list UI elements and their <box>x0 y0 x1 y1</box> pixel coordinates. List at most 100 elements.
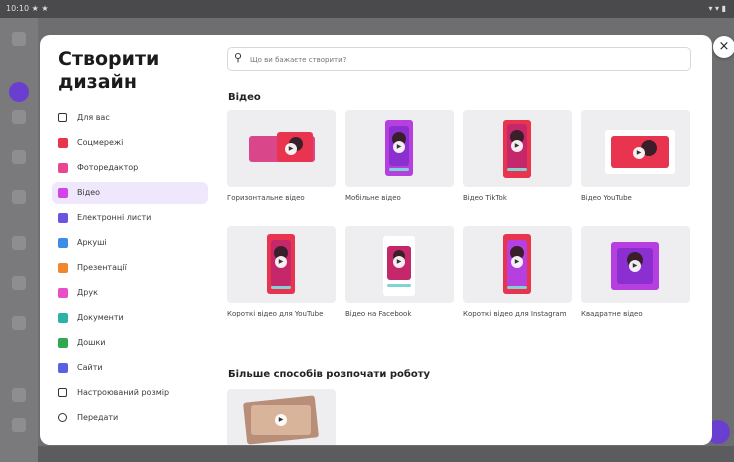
sidebar-item-sheet[interactable]: Аркуші <box>52 232 208 254</box>
play-icon: ▶ <box>633 147 645 159</box>
template-card-label: Відео TikTok <box>463 194 507 202</box>
print-icon <box>58 288 68 298</box>
sparkle-icon <box>58 113 67 122</box>
sidebar-item-print[interactable]: Друк <box>52 282 208 304</box>
modal-title: Створити дизайн <box>58 48 160 93</box>
template-card-more[interactable]: ▶ <box>227 389 336 445</box>
template-card-instagram[interactable]: ▶ Короткі відео для Instagram <box>463 226 572 319</box>
sidebar-item-label: Фоторедактор <box>77 163 139 172</box>
modal-sidebar: Створити дизайн Для вас Соцмережі Фотореда… <box>40 35 220 445</box>
sidebar-item-label: Друк <box>77 288 98 297</box>
facebook-template-thumbnail: ▶ <box>345 226 454 303</box>
sidebar-item-whiteboard[interactable]: Дошки <box>52 332 208 354</box>
background-notifications-icon <box>12 388 26 402</box>
play-icon: ▶ <box>511 140 523 152</box>
sidebar-item-label: Презентації <box>77 263 127 272</box>
status-indicators: ▾ ▾ ▮ <box>708 4 726 13</box>
custom-size-icon <box>58 388 67 397</box>
background-home-icon <box>12 110 26 124</box>
template-card-label: Відео YouTube <box>581 194 632 202</box>
shorts-template-thumbnail: ▶ <box>227 226 336 303</box>
sidebar-item-presentation[interactable]: Презентації <box>52 257 208 279</box>
sidebar-item-label: Настроюваний розмір <box>77 388 170 397</box>
play-icon: ▶ <box>393 256 405 268</box>
search-icon: ⚲ <box>234 51 243 64</box>
sidebar-item-label: Дошки <box>77 338 106 347</box>
sidebar-item-label: Соцмережі <box>77 138 124 147</box>
template-card-youtube[interactable]: ▶ Відео YouTube <box>581 110 690 203</box>
background-create-button <box>9 82 29 102</box>
play-icon: ▶ <box>275 256 287 268</box>
mobile-template-thumbnail: ▶ <box>345 110 454 187</box>
background-sidebar <box>0 18 38 462</box>
square-template-thumbnail: ▶ <box>581 226 690 303</box>
upload-icon <box>58 413 67 422</box>
background-brand-icon <box>12 236 26 250</box>
background-menu-icon <box>12 32 26 46</box>
play-icon: ▶ <box>511 256 523 268</box>
search-input[interactable] <box>248 51 682 69</box>
sidebar-item-upload[interactable]: Передати <box>52 407 208 429</box>
video-icon <box>58 188 68 198</box>
background-apps-icon <box>12 276 26 290</box>
template-card-tiktok[interactable]: ▶ Відео TikTok <box>463 110 572 203</box>
template-card-label: Короткі відео для Instagram <box>463 310 567 318</box>
sidebar-item-document[interactable]: Документи <box>52 307 208 329</box>
photo-icon <box>58 163 68 173</box>
play-icon: ▶ <box>285 143 297 155</box>
tiktok-template-thumbnail: ▶ <box>463 110 572 187</box>
sidebar-item-label: Сайти <box>77 363 103 372</box>
status-time: 10:10 ★ ★ <box>6 4 49 13</box>
search-box[interactable]: ⚲ <box>227 47 691 71</box>
sidebar-item-label: Аркуші <box>77 238 107 247</box>
sidebar-item-video[interactable]: Відео <box>52 182 208 204</box>
document-icon <box>58 313 68 323</box>
website-icon <box>58 363 68 373</box>
template-card-label: Короткі відео для YouTube <box>227 310 324 318</box>
more-section-title: Більше способів розпочати роботу <box>228 369 431 380</box>
sidebar-item-website[interactable]: Сайти <box>52 357 208 379</box>
template-card-shorts[interactable]: ▶ Короткі відео для YouTube <box>227 226 336 319</box>
video-section-title: Відео <box>228 92 261 103</box>
background-projects-icon <box>12 150 26 164</box>
template-card-label: Горизонтальне відео <box>227 194 305 202</box>
modal-main: ⚲ Відео ▶ Горизонтальне відео ▶ Мобільне ві… <box>227 35 712 445</box>
template-card-label: Квадратне відео <box>581 310 643 318</box>
presentation-icon <box>58 263 68 273</box>
sidebar-item-label: Електронні листи <box>77 213 152 222</box>
instagram-template-thumbnail: ▶ <box>463 226 572 303</box>
sidebar-item-photo[interactable]: Фоторедактор <box>52 157 208 179</box>
close-button[interactable]: × <box>713 36 734 58</box>
more-template-thumbnail: ▶ <box>227 389 336 445</box>
heart-icon <box>58 138 68 148</box>
background-avatar-icon <box>12 418 26 432</box>
status-bar: 10:10 ★ ★ ▾ ▾ ▮ <box>0 0 734 18</box>
sheet-icon <box>58 238 68 248</box>
play-icon: ▶ <box>275 414 287 426</box>
background-content <box>38 446 734 462</box>
sidebar-item-label: Документи <box>77 313 124 322</box>
background-more-icon <box>12 316 26 330</box>
template-card-facebook[interactable]: ▶ Відео на Facebook <box>345 226 454 319</box>
sidebar-item-label: Для вас <box>77 113 110 122</box>
close-icon: × <box>718 39 730 54</box>
create-design-modal: Створити дизайн Для вас Соцмережі Фотореда… <box>40 35 712 445</box>
play-icon: ▶ <box>393 141 405 153</box>
background-templates-icon <box>12 190 26 204</box>
sidebar-item-sparkle[interactable]: Для вас <box>52 107 208 129</box>
sidebar-item-heart[interactable]: Соцмережі <box>52 132 208 154</box>
youtube-template-thumbnail: ▶ <box>581 110 690 187</box>
template-card-square[interactable]: ▶ Квадратне відео <box>581 226 690 319</box>
play-icon: ▶ <box>629 260 641 272</box>
template-card-horizontal[interactable]: ▶ Горизонтальне відео <box>227 110 336 203</box>
template-card-mobile[interactable]: ▶ Мобільне відео <box>345 110 454 203</box>
email-icon <box>58 213 68 223</box>
horizontal-template-thumbnail: ▶ <box>227 110 336 187</box>
template-card-label: Мобільне відео <box>345 194 401 202</box>
sidebar-item-custom-size[interactable]: Настроюваний розмір <box>52 382 208 404</box>
template-card-label: Відео на Facebook <box>345 310 412 318</box>
whiteboard-icon <box>58 338 68 348</box>
sidebar-item-label: Передати <box>77 413 119 422</box>
sidebar-item-email[interactable]: Електронні листи <box>52 207 208 229</box>
sidebar-item-label: Відео <box>77 188 101 197</box>
